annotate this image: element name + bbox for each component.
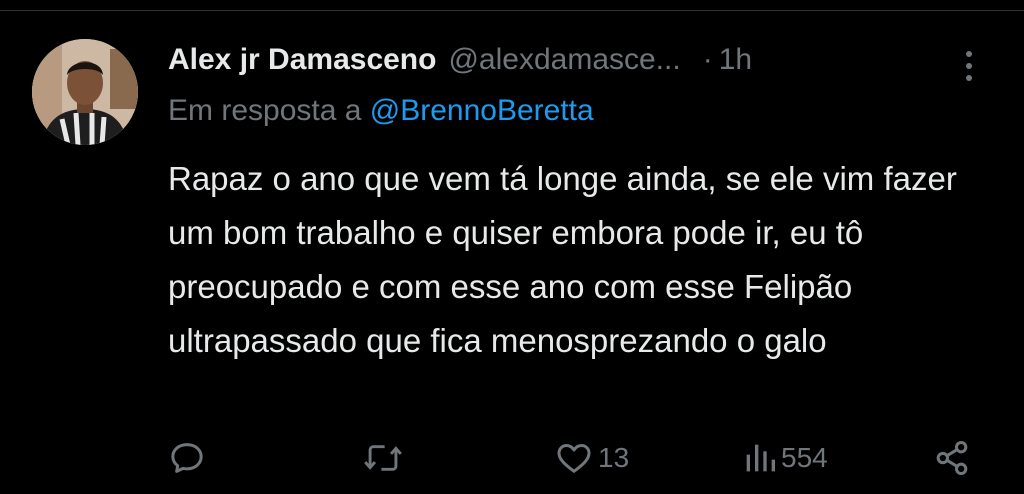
reply-button[interactable] [167, 430, 207, 486]
tweet-time[interactable]: 1h [719, 43, 752, 77]
like-button[interactable]: 13 [554, 430, 629, 486]
top-divider [0, 10, 1024, 11]
tweet-header: Alex jr Damasceno @alexdamasce... · 1h [168, 38, 752, 82]
tweet-text: Rapaz o ano que vem tá longe ainda, se e… [168, 160, 957, 359]
share-icon [932, 438, 972, 478]
separator-dot: · [702, 43, 713, 76]
heart-icon [554, 438, 594, 478]
reply-prefix: Em resposta a [168, 94, 362, 127]
reply-context: Em resposta a @BrennoBeretta [168, 94, 594, 128]
tweet-actions: 13 554 [0, 430, 1024, 486]
retweet-button[interactable] [362, 430, 404, 486]
share-button[interactable] [932, 430, 972, 486]
author-name[interactable]: Alex jr Damasceno [168, 43, 436, 77]
reply-icon [167, 438, 207, 478]
reply-mention-link[interactable]: @BrennoBeretta [370, 94, 594, 127]
avatar[interactable] [32, 39, 138, 145]
retweet-icon [362, 438, 404, 478]
views-icon [743, 438, 777, 478]
like-count: 13 [598, 442, 630, 473]
author-handle[interactable]: @alexdamasce... [448, 43, 680, 77]
more-options-icon[interactable] [958, 46, 980, 86]
views-button[interactable]: 554 [743, 430, 828, 486]
views-count: 554 [781, 442, 828, 473]
